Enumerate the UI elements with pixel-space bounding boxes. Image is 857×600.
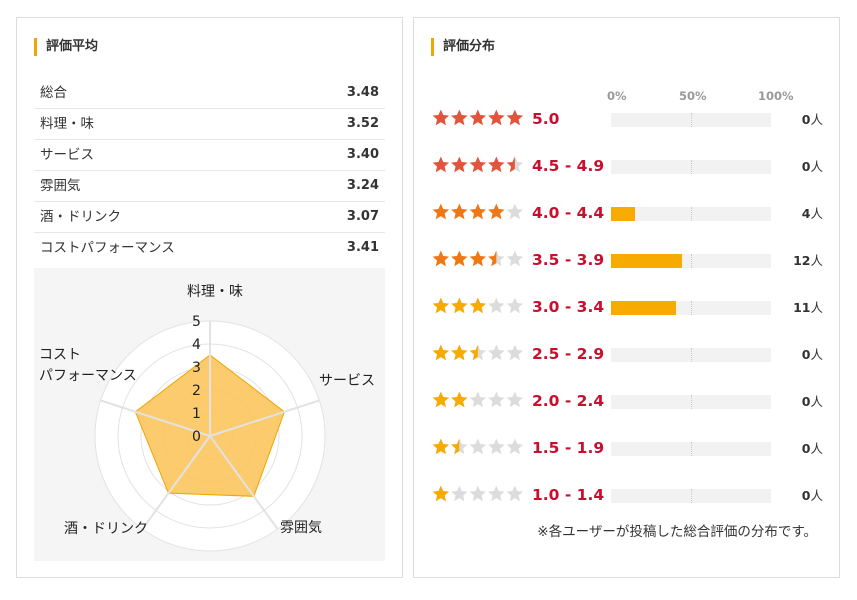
radar-label-cost-line1: コスト <box>39 347 81 363</box>
table-row-drink: 酒・ドリンク 3.07 <box>34 202 385 233</box>
star-rating-icon <box>431 201 526 225</box>
table-row-overall: 総合 3.48 <box>34 78 385 109</box>
distribution-bar <box>611 254 771 268</box>
distribution-bar <box>611 489 771 503</box>
axis-label-100: 100% <box>758 89 794 103</box>
radar-label-cost-line2: パフォーマンス <box>39 368 137 384</box>
distribution-row: 2.0 - 2.4 0人 <box>414 389 841 413</box>
distribution-count: 0人 <box>801 488 823 503</box>
star-rating-icon <box>431 295 526 319</box>
star-rating-icon <box>431 107 526 131</box>
distribution-count: 4人 <box>801 206 823 221</box>
rating-range-label: 1.0 - 1.4 <box>532 486 605 504</box>
rating-distribution-panel: 評価分布 0% 50% 100% 5.0 0人 4.5 - 4.9 0人 4.0 - 4… <box>413 17 840 578</box>
distribution-row: 1.0 - 1.4 0人 <box>414 483 841 507</box>
distribution-bar <box>611 207 771 221</box>
table-row-atmosphere: 雰囲気 3.24 <box>34 171 385 202</box>
bar-midline <box>691 348 692 362</box>
axis-label-50: 50% <box>679 89 707 103</box>
distribution-bar <box>611 442 771 456</box>
rating-value: 3.07 <box>346 209 379 224</box>
rating-value: 3.52 <box>346 116 379 131</box>
star-rating-icon <box>431 342 526 366</box>
star-rating-icon <box>431 436 526 460</box>
bar-midline <box>691 489 692 503</box>
axis-label-0: 0% <box>607 89 627 103</box>
rating-average-panel: 評価平均 総合 3.48 料理・味 3.52 サービス 3.40 雰囲気 3.2… <box>16 17 403 578</box>
distribution-row: 4.0 - 4.4 4人 <box>414 201 841 225</box>
rating-range-label: 2.0 - 2.4 <box>532 392 605 410</box>
rating-label: サービス <box>40 147 94 163</box>
distribution-bar-fill <box>611 207 635 221</box>
rating-range-label: 1.5 - 1.9 <box>532 439 605 457</box>
bar-midline <box>691 207 692 221</box>
radar-tick-label: 4 <box>192 337 201 353</box>
distribution-row: 2.5 - 2.9 0人 <box>414 342 841 366</box>
rating-distribution-title: 評価分布 <box>431 38 495 56</box>
distribution-count: 0人 <box>801 394 823 409</box>
radar-chart-svg: 0 1 2 3 4 5 <box>94 314 326 552</box>
distribution-row: 3.0 - 3.4 11人 <box>414 295 841 319</box>
rating-label: 料理・味 <box>40 116 94 132</box>
rating-value: 3.24 <box>346 178 379 193</box>
star-rating-icon <box>431 248 526 272</box>
rating-range-label: 2.5 - 2.9 <box>532 345 605 363</box>
distribution-row: 1.5 - 1.9 0人 <box>414 436 841 460</box>
radar-label-taste: 料理・味 <box>187 284 243 300</box>
distribution-count: 0人 <box>801 347 823 362</box>
bar-midline <box>691 254 692 268</box>
rating-range-label: 4.5 - 4.9 <box>532 157 605 175</box>
radar-tick-label: 0 <box>192 429 201 445</box>
star-rating-icon <box>431 154 526 178</box>
distribution-bar <box>611 395 771 409</box>
star-rating-icon <box>431 389 526 413</box>
rating-label: 酒・ドリンク <box>40 209 121 225</box>
rating-value: 3.48 <box>346 85 379 100</box>
distribution-bar <box>611 348 771 362</box>
table-row-taste: 料理・味 3.52 <box>34 109 385 140</box>
distribution-bar-fill <box>611 254 683 268</box>
rating-range-label: 4.0 - 4.4 <box>532 204 605 222</box>
distribution-row: 4.5 - 4.9 0人 <box>414 154 841 178</box>
bar-midline <box>691 442 692 456</box>
table-row-service: サービス 3.40 <box>34 140 385 171</box>
distribution-count: 0人 <box>801 112 823 127</box>
rating-average-table: 総合 3.48 料理・味 3.52 サービス 3.40 雰囲気 3.24 酒・ド… <box>34 78 385 263</box>
table-row-cost-performance: コストパフォーマンス 3.41 <box>34 233 385 263</box>
radar-tick-label: 1 <box>192 406 201 422</box>
bar-midline <box>691 395 692 409</box>
distribution-count: 0人 <box>801 159 823 174</box>
distribution-count: 0人 <box>801 441 823 456</box>
distribution-bar <box>611 113 771 127</box>
radar-label-atmosphere: 雰囲気 <box>280 520 322 536</box>
rating-label: 総合 <box>40 85 67 101</box>
rating-label: 雰囲気 <box>40 178 81 194</box>
radar-label-drink: 酒・ドリンク <box>64 521 148 537</box>
bar-midline <box>691 113 692 127</box>
rating-range-label: 3.0 - 3.4 <box>532 298 605 316</box>
rating-label: コストパフォーマンス <box>40 240 175 256</box>
rating-value: 3.41 <box>346 240 379 255</box>
radar-tick-label: 5 <box>192 314 201 330</box>
distribution-bar <box>611 301 771 315</box>
distribution-count: 12人 <box>793 253 823 268</box>
distribution-bar-fill <box>611 301 677 315</box>
star-rating-icon <box>431 483 526 507</box>
radar-tick-label: 3 <box>192 360 201 376</box>
distribution-row: 3.5 - 3.9 12人 <box>414 248 841 272</box>
distribution-bar <box>611 160 771 174</box>
radar-label-service: サービス <box>319 373 375 389</box>
rating-value: 3.40 <box>346 147 379 162</box>
bar-midline <box>691 160 692 174</box>
radar-chart: 0 1 2 3 4 5 料理・味 サービス 雰囲気 酒・ドリンク コスト パフォーマンス <box>34 268 385 561</box>
rating-range-label: 5.0 <box>532 110 560 128</box>
bar-midline <box>691 301 692 315</box>
distribution-count: 11人 <box>793 300 823 315</box>
rating-average-title: 評価平均 <box>34 38 98 56</box>
distribution-note: ※各ユーザーが投稿した総合評価の分布です。 <box>537 524 817 540</box>
rating-range-label: 3.5 - 3.9 <box>532 251 605 269</box>
radar-tick-label: 2 <box>192 383 201 399</box>
distribution-row: 5.0 0人 <box>414 107 841 131</box>
